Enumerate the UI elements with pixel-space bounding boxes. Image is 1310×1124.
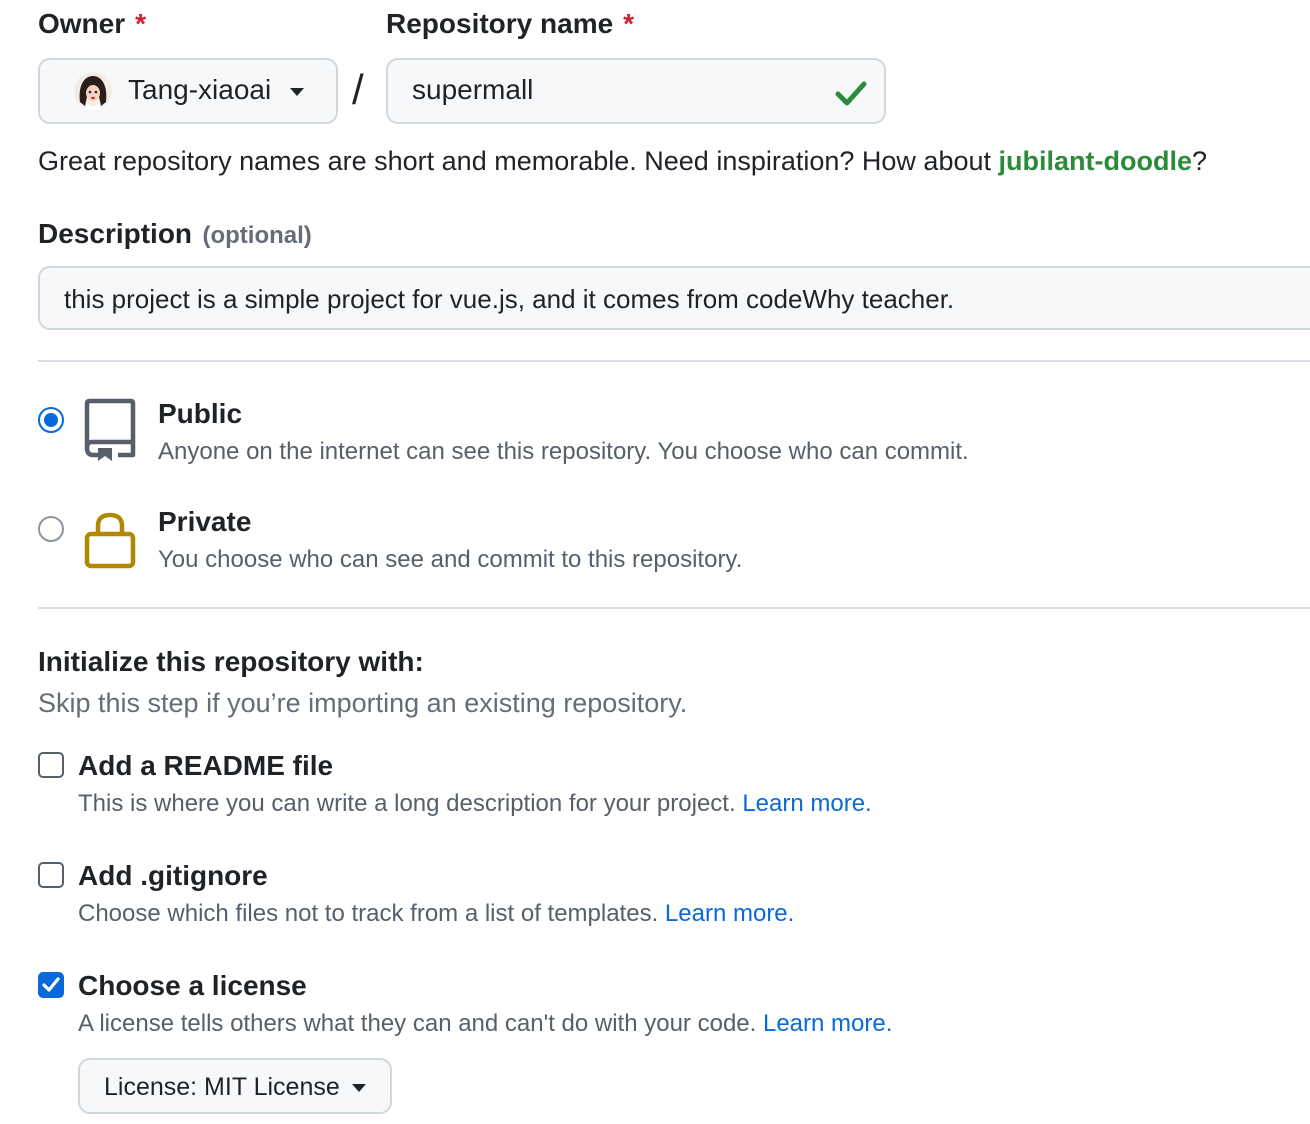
- description-input[interactable]: this project is a simple project for vue…: [38, 266, 1310, 330]
- owner-label: Owner *: [38, 8, 146, 40]
- divider: [38, 360, 1310, 362]
- chevron-down-icon: [352, 1084, 366, 1092]
- repo-icon: [84, 398, 136, 461]
- public-desc: Anyone on the internet can see this repo…: [158, 438, 969, 465]
- initialize-heading: Initialize this repository with:: [38, 646, 424, 677]
- required-mark: *: [135, 8, 147, 39]
- public-radio[interactable]: [38, 407, 64, 433]
- avatar: [74, 72, 112, 110]
- public-title: Public: [158, 398, 243, 429]
- license-checkbox[interactable]: [38, 972, 64, 998]
- divider: [38, 607, 1310, 609]
- repo-name-hint: Great repository names are short and mem…: [38, 146, 1207, 177]
- repo-name-label-text: Repository name: [386, 8, 614, 39]
- readme-desc: This is where you can write a long descr…: [78, 790, 872, 818]
- private-desc: You choose who can see and commit to thi…: [158, 546, 743, 573]
- license-select-button[interactable]: License: MIT License: [78, 1058, 392, 1114]
- required-mark: *: [623, 8, 635, 39]
- check-icon: [835, 81, 867, 106]
- chevron-down-icon: [290, 88, 304, 96]
- readme-desc-text: This is where you can write a long descr…: [78, 790, 736, 817]
- gitignore-desc: Choose which files not to track from a l…: [78, 900, 794, 928]
- license-learn-more-link[interactable]: Learn more.: [763, 1010, 892, 1037]
- description-label: Description (optional): [38, 218, 312, 250]
- owner-dropdown[interactable]: Tang-xiaoai: [38, 58, 338, 124]
- optional-tag: (optional): [202, 222, 312, 249]
- gitignore-title: Add .gitignore: [78, 860, 268, 891]
- private-title: Private: [158, 506, 252, 537]
- description-value: this project is a simple project for vue…: [64, 284, 955, 314]
- repo-name-label: Repository name *: [386, 8, 634, 40]
- license-desc: A license tells others what they can and…: [78, 1010, 892, 1038]
- hint-suffix: ?: [1191, 146, 1208, 176]
- owner-value: Tang-xiaoai: [128, 74, 272, 105]
- readme-learn-more-link[interactable]: Learn more.: [742, 790, 871, 817]
- initialize-subheading: Skip this step if you’re importing an ex…: [38, 688, 688, 718]
- description-label-text: Description: [38, 218, 193, 249]
- lock-icon: [84, 512, 136, 569]
- owner-repo-separator: /: [352, 66, 364, 113]
- repo-name-value: supermall: [412, 74, 534, 105]
- license-title: Choose a license: [78, 970, 307, 1001]
- gitignore-checkbox[interactable]: [38, 862, 64, 888]
- license-select-label: License: MIT License: [104, 1073, 340, 1101]
- repo-name-input[interactable]: supermall: [386, 58, 886, 124]
- gitignore-learn-more-link[interactable]: Learn more.: [665, 900, 794, 927]
- hint-text: Great repository names are short and mem…: [38, 146, 999, 176]
- readme-checkbox[interactable]: [38, 752, 64, 778]
- checkmark-icon: [42, 977, 60, 992]
- license-desc-text: A license tells others what they can and…: [78, 1010, 757, 1037]
- name-suggestion-link[interactable]: jubilant-doodle: [999, 146, 1192, 176]
- readme-title: Add a README file: [78, 750, 334, 781]
- gitignore-desc-text: Choose which files not to track from a l…: [78, 900, 659, 927]
- owner-label-text: Owner: [38, 8, 126, 39]
- private-radio[interactable]: [38, 516, 64, 542]
